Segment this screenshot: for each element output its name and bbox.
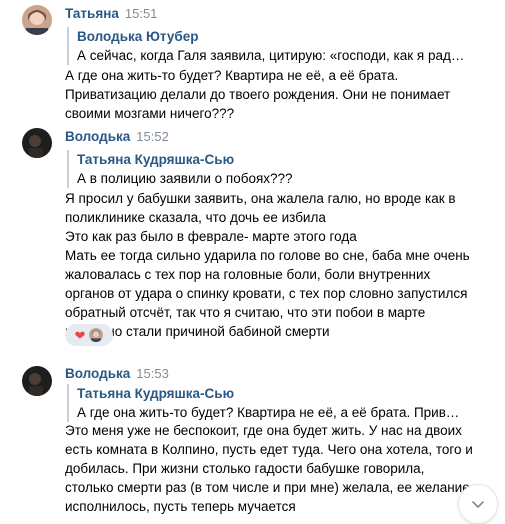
reply-quote[interactable]: Володька Ютубер А сейчас, когда Галя зая…	[67, 27, 465, 65]
text-line: добилась. При жизни столько гадости бабу…	[65, 461, 425, 476]
message-text: Я просил у бабушки заявить, она жалела г…	[65, 189, 470, 341]
quote-text: А сейчас, когда Галя заявила, цитирую: «…	[77, 48, 465, 63]
avatar[interactable]	[22, 5, 52, 35]
text-line: исполнилось, пусть теперь мучается	[65, 499, 296, 514]
text-line: обратный отсчёт, так что я считаю, что э…	[65, 305, 426, 320]
text-line: есть комната в Колпино, пусть едет туда.…	[65, 442, 473, 457]
text-line: А где она жить-то будет? Квартира не её,…	[65, 68, 399, 83]
text-line: органов от удара о спинку кровати, с тех…	[65, 286, 468, 301]
author-name[interactable]: Володька	[65, 129, 130, 144]
timestamp[interactable]: 15:51	[125, 6, 158, 21]
text-line: косвенно стали причиной бабиной смерти	[65, 324, 330, 339]
heart-icon: ❤	[74, 327, 86, 343]
scroll-down-button[interactable]	[458, 484, 498, 524]
message-header: Володька 15:52	[65, 129, 169, 144]
reply-quote[interactable]: Татьяна Кудряшка-Сью А где она жить-то б…	[67, 384, 465, 422]
message-text: Это меня уже не беспокоит, где она будет…	[65, 421, 473, 516]
text-line: Я просил у бабушки заявить, она жалела г…	[65, 191, 456, 206]
quote-author: Володька Ютубер	[77, 29, 199, 44]
text-line: Это меня уже не беспокоит, где она будет…	[65, 423, 462, 438]
author-name[interactable]: Володька	[65, 366, 130, 381]
message-header: Татьяна 15:51	[65, 6, 157, 21]
user-avatar	[89, 328, 104, 342]
text-line: Приватизацию делали до твоего рождения. …	[65, 87, 451, 102]
quote-text: А в полицию заявили о побоях???	[77, 171, 293, 186]
avatar[interactable]	[22, 366, 52, 396]
reactions-pill[interactable]: ❤	[65, 324, 113, 346]
text-line: своими мозгами ничего???	[65, 106, 235, 121]
author-name[interactable]: Татьяна	[65, 6, 119, 21]
text-line: жаловалась с тех пор на головные боли, б…	[65, 267, 431, 282]
quote-text: А где она жить-то будет? Квартира не её,…	[77, 405, 465, 420]
text-line: Мать ее тогда сильно ударила по голове в…	[65, 248, 470, 263]
quote-author: Татьяна Кудряшка-Сью	[77, 386, 235, 401]
text-line: поликлинике сказала, что дочь ее избила	[65, 210, 326, 225]
message-header: Володька 15:53	[65, 366, 169, 381]
chevron-down-icon	[472, 501, 484, 508]
quote-author: Татьяна Кудряшка-Сью	[77, 152, 235, 167]
avatar[interactable]	[22, 128, 52, 158]
message-text: А где она жить-то будет? Квартира не её,…	[65, 66, 453, 123]
text-line: столько смерти раз (в том числе и при мн…	[65, 480, 470, 495]
timestamp[interactable]: 15:52	[136, 129, 169, 144]
timestamp[interactable]: 15:53	[136, 366, 169, 381]
text-line: Это как раз было в феврале- марте этого …	[65, 229, 357, 244]
reply-quote[interactable]: Татьяна Кудряшка-Сью А в полицию заявили…	[67, 150, 465, 188]
